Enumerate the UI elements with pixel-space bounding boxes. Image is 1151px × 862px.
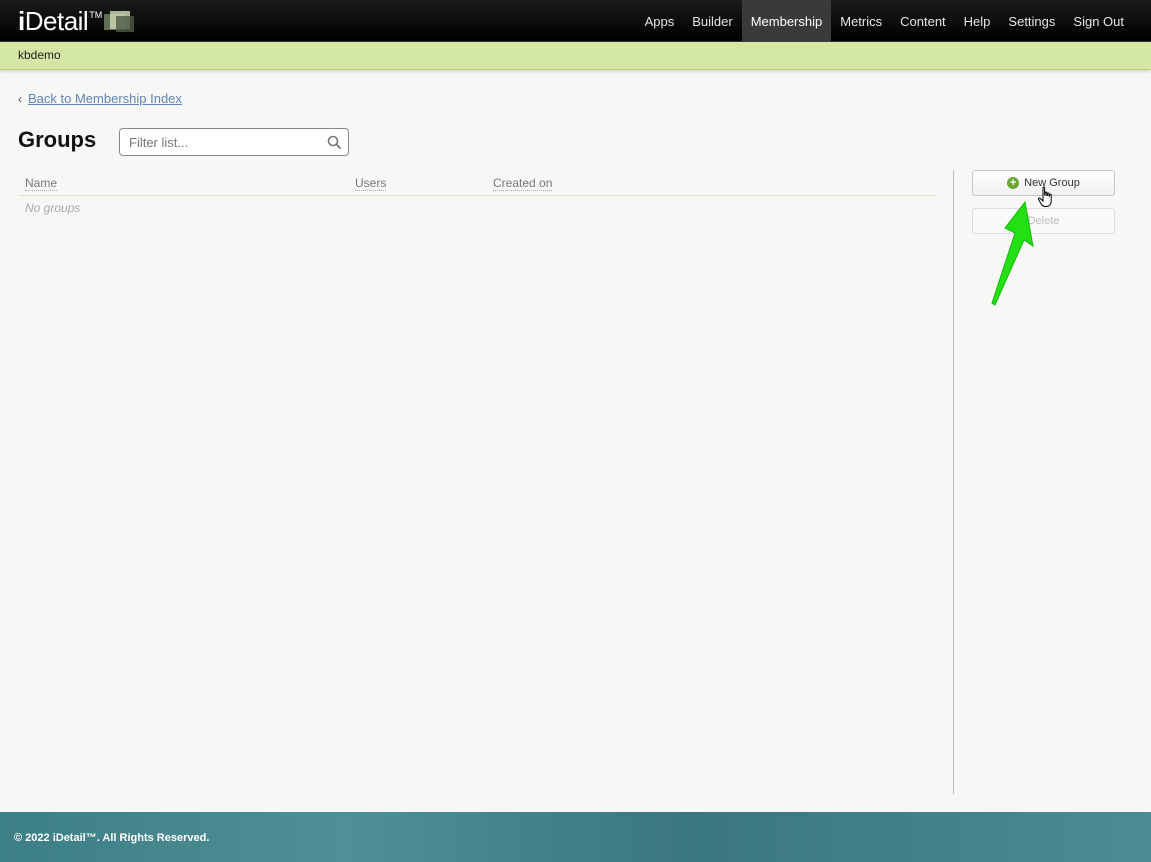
page-footer: © 2022 iDetail™. All Rights Reserved. <box>0 812 1151 862</box>
filter-input[interactable] <box>120 129 320 155</box>
nav-item-metrics[interactable]: Metrics <box>831 0 891 42</box>
brand-name: iDetail <box>18 6 89 36</box>
nav-item-membership[interactable]: Membership <box>741 0 832 42</box>
green-arrow-annotation-icon <box>991 200 1034 306</box>
empty-table-message: No groups <box>25 201 81 215</box>
plus-circle-icon: + <box>1007 177 1020 189</box>
nav-item-apps[interactable]: Apps <box>636 0 684 42</box>
brand-logo[interactable]: iDetail TM <box>18 7 136 35</box>
account-name: kbdemo <box>18 48 61 62</box>
sidebar-divider <box>953 170 954 794</box>
main-nav: Apps Builder Membership Metrics Content … <box>636 0 1133 42</box>
back-to-membership-link[interactable]: Back to Membership Index <box>28 91 182 106</box>
copyright-text: © 2022 iDetail™. All Rights Reserved. <box>14 832 210 844</box>
column-header-users[interactable]: Users <box>355 176 387 191</box>
nav-item-help[interactable]: Help <box>955 0 1000 42</box>
groups-table-header: Name Users Created on <box>18 174 936 196</box>
nav-item-content[interactable]: Content <box>891 0 955 42</box>
hand-pointer-cursor-icon <box>1037 186 1052 207</box>
page-title: Groups <box>18 127 97 152</box>
brand-trademark: TM <box>89 10 103 20</box>
brand-logo-icon <box>104 11 136 33</box>
column-header-name[interactable]: Name <box>25 176 58 191</box>
top-navbar: iDetail TM Apps Builder Membership Metri… <box>0 0 1151 42</box>
nav-item-builder[interactable]: Builder <box>683 0 741 42</box>
breadcrumb: ‹ Back to Membership Index <box>18 91 182 106</box>
nav-item-sign-out[interactable]: Sign Out <box>1064 0 1133 42</box>
search-icon[interactable] <box>327 135 341 149</box>
nav-item-settings[interactable]: Settings <box>999 0 1064 42</box>
account-bar: kbdemo <box>0 42 1151 70</box>
filter-box <box>119 128 349 156</box>
chevron-left-icon: ‹ <box>18 91 22 106</box>
column-header-created-on[interactable]: Created on <box>493 176 553 191</box>
